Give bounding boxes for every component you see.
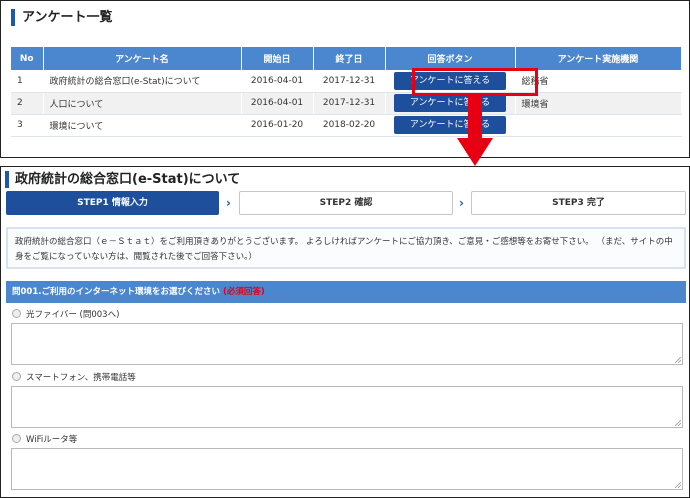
chevron-right-icon: › bbox=[226, 196, 231, 210]
radio-icon[interactable] bbox=[12, 372, 21, 381]
table-row: 2 人口について 2016-04-01 2017-12-31 アンケートに答える… bbox=[11, 92, 682, 115]
option-label: WiFiルータ等 bbox=[26, 435, 78, 445]
survey-list-title: アンケート一覧 bbox=[11, 9, 112, 26]
survey-table: No アンケート名 開始日 終了日 回答ボタン アンケート実施機関 1 政府統計… bbox=[11, 47, 682, 137]
required-label: (必須回答) bbox=[222, 287, 265, 297]
column-header-name: アンケート名 bbox=[43, 47, 242, 70]
column-header-start: 開始日 bbox=[241, 47, 314, 70]
red-highlight-box bbox=[412, 68, 538, 96]
question-text: 問001.ご利用のインターネット環境をお選びください bbox=[12, 287, 220, 297]
option-label: 光ファイバー (問003へ) bbox=[26, 310, 120, 320]
row-end-date: 2017-12-31 bbox=[313, 70, 386, 93]
option-wifi-router[interactable]: WiFiルータ等 bbox=[12, 434, 77, 446]
comment-textarea-fiber[interactable] bbox=[11, 323, 683, 365]
row-agency bbox=[515, 114, 682, 137]
survey-list-panel: アンケート一覧 No アンケート名 開始日 終了日 回答ボタン アンケート実施機… bbox=[0, 0, 690, 158]
row-button-cell: アンケートに答える bbox=[385, 114, 516, 137]
resize-handle-icon[interactable] bbox=[675, 482, 681, 488]
row-name: 政府統計の総合窓口(e-Stat)について bbox=[43, 70, 242, 93]
radio-icon[interactable] bbox=[12, 434, 21, 443]
survey-form-panel: 政府統計の総合窓口(e-Stat)について STEP1 情報入力 › STEP2… bbox=[0, 166, 690, 498]
option-fiber[interactable]: 光ファイバー (問003へ) bbox=[12, 309, 119, 321]
row-name: 環境について bbox=[43, 114, 242, 137]
row-agency: 総務省 bbox=[515, 70, 682, 93]
step-3-complete: STEP3 完了 bbox=[471, 191, 686, 215]
column-header-no: No bbox=[11, 47, 44, 70]
column-header-agency: アンケート実施機関 bbox=[515, 47, 682, 70]
comment-textarea-smartphone[interactable] bbox=[11, 386, 683, 428]
resize-handle-icon[interactable] bbox=[675, 420, 681, 426]
table-row: 1 政府統計の総合窓口(e-Stat)について 2016-04-01 2017-… bbox=[11, 70, 682, 93]
arrow-down-icon bbox=[457, 96, 493, 166]
row-name: 人口について bbox=[43, 92, 242, 115]
row-start-date: 2016-04-01 bbox=[241, 70, 314, 93]
row-no: 3 bbox=[11, 114, 44, 137]
comment-textarea-wifi[interactable] bbox=[11, 448, 683, 490]
radio-icon[interactable] bbox=[12, 309, 21, 318]
row-start-date: 2016-04-01 bbox=[241, 92, 314, 115]
row-no: 2 bbox=[11, 92, 44, 115]
survey-form-title: 政府統計の総合窓口(e-Stat)について bbox=[5, 171, 240, 188]
resize-handle-icon[interactable] bbox=[675, 357, 681, 363]
step-2-confirm: STEP2 確認 bbox=[239, 191, 453, 215]
row-start-date: 2016-01-20 bbox=[241, 114, 314, 137]
column-header-end: 終了日 bbox=[313, 47, 386, 70]
intro-message: 政府統計の総合窓口（ｅ－Ｓｔａｔ）をご利用頂きありがとうございます。 よろしけれ… bbox=[6, 227, 686, 269]
table-row: 3 環境について 2016-01-20 2018-02-20 アンケートに答える bbox=[11, 114, 682, 137]
table-header-row: No アンケート名 開始日 終了日 回答ボタン アンケート実施機関 bbox=[11, 47, 682, 70]
row-end-date: 2018-02-20 bbox=[313, 114, 386, 137]
question-header: 問001.ご利用のインターネット環境をお選びください (必須回答) bbox=[6, 281, 686, 303]
row-no: 1 bbox=[11, 70, 44, 93]
step-1-input: STEP1 情報入力 bbox=[6, 191, 219, 215]
row-end-date: 2017-12-31 bbox=[313, 92, 386, 115]
column-header-button: 回答ボタン bbox=[385, 47, 516, 70]
row-agency: 環境省 bbox=[515, 92, 682, 115]
option-label: スマートフォン、携帯電話等 bbox=[26, 373, 136, 383]
option-smartphone[interactable]: スマートフォン、携帯電話等 bbox=[12, 372, 136, 384]
chevron-right-icon: › bbox=[459, 196, 464, 210]
